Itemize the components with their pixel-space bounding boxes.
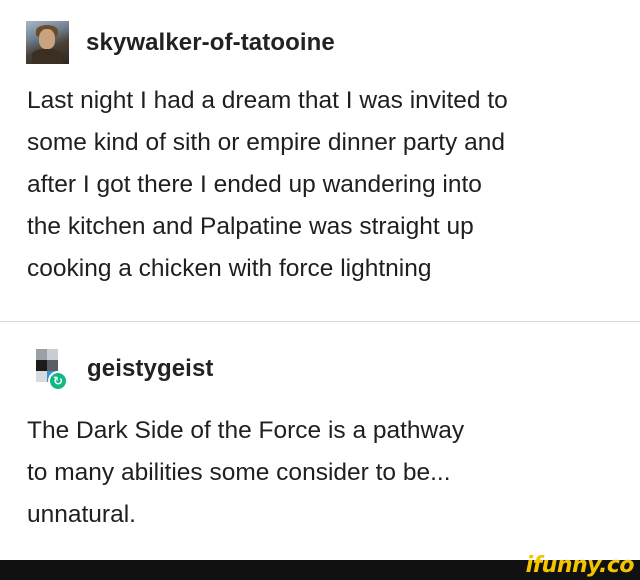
- avatar-pixel: [36, 360, 47, 371]
- post-header: ↻ geistygeist: [26, 347, 213, 391]
- post-body-line: to many abilities some consider to be...: [27, 459, 451, 486]
- username-link[interactable]: skywalker-of-tatooine: [86, 29, 335, 57]
- reblog-icon: ↻: [48, 371, 68, 391]
- post-body-line: the kitchen and Palpatine was straight u…: [27, 213, 474, 240]
- avatar-pixel: [36, 371, 47, 382]
- post-body-line: The Dark Side of the Force is a pathway: [27, 417, 465, 444]
- post-body-line: cooking a chicken with force lightning: [27, 255, 432, 282]
- post-body-line: unnatural.: [27, 501, 136, 528]
- user-avatar[interactable]: ↻: [26, 347, 70, 391]
- post-body-line: Last night I had a dream that I was invi…: [27, 87, 508, 114]
- ifunny-watermark: ifunny.co: [525, 553, 635, 578]
- username-link[interactable]: geistygeist: [87, 355, 213, 383]
- avatar-pixel: [47, 349, 58, 360]
- user-avatar[interactable]: [26, 21, 69, 64]
- avatar-pixel: [47, 360, 58, 371]
- post-original: skywalker-of-tatooine Last night I had a…: [0, 0, 640, 322]
- post-reblog: ↻ geistygeist The Dark Side of the Force…: [0, 322, 640, 560]
- post-body: The Dark Side of the Force is a pathway …: [27, 410, 587, 536]
- post-body-line: after I got there I ended up wandering i…: [27, 171, 482, 198]
- post-header: skywalker-of-tatooine: [26, 21, 335, 64]
- post-body-line: some kind of sith or empire dinner party…: [27, 129, 505, 156]
- avatar-pixel: [36, 349, 47, 360]
- avatar-face: [39, 29, 55, 49]
- avatar-robe: [32, 49, 63, 64]
- post-body: Last night I had a dream that I was invi…: [27, 80, 617, 290]
- watermark-bar: ifunny.co: [0, 553, 640, 580]
